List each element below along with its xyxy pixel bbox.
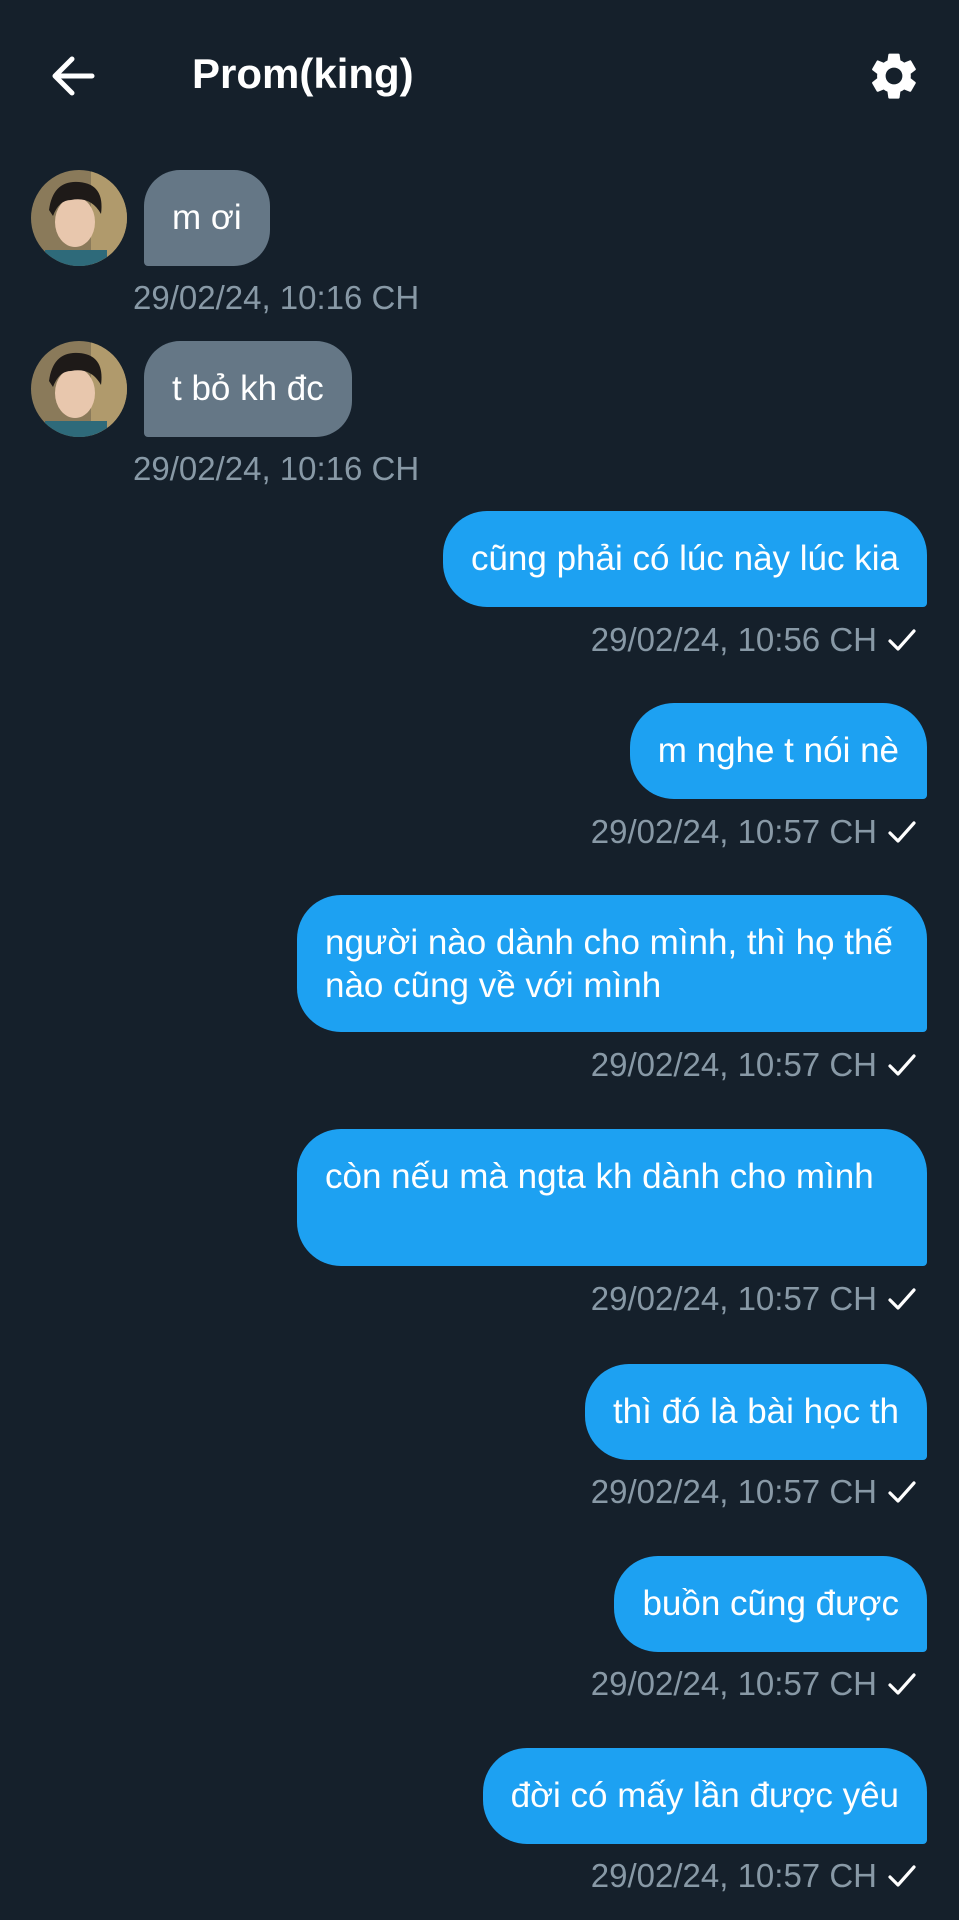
message-timestamp: 29/02/24, 10:16 CH [133, 450, 420, 487]
message-bubble-incoming[interactable]: m ơi [144, 170, 270, 266]
check-icon [888, 1865, 916, 1887]
check-icon [888, 1673, 916, 1695]
message-timestamp: 29/02/24, 10:56 CH [590, 621, 877, 658]
back-button[interactable] [44, 46, 104, 106]
message-bubble-outgoing[interactable]: m nghe t nói nè [629, 703, 927, 799]
arrow-left-icon [52, 56, 95, 96]
message-timestamp: 29/02/24, 10:57 CH [590, 1046, 877, 1083]
check-icon [888, 1481, 916, 1503]
message-bubble-outgoing[interactable]: thì đó là bài học th [584, 1364, 927, 1460]
check-icon [888, 821, 916, 843]
message-timestamp: 29/02/24, 10:57 CH [590, 813, 877, 850]
check-icon [888, 629, 916, 651]
settings-button[interactable] [866, 48, 922, 104]
avatar-photo [31, 341, 127, 437]
message-timestamp: 29/02/24, 10:57 CH [590, 1473, 877, 1510]
check-icon [888, 1054, 916, 1076]
message-bubble-outgoing[interactable]: đời có mấy lần được yêu [482, 1748, 927, 1844]
message-bubble-incoming[interactable]: t bỏ kh đc [144, 341, 352, 437]
message-bubble-outgoing[interactable]: người nào dành cho mình, thì họ thế nào … [297, 895, 927, 1032]
avatar-photo [31, 170, 127, 266]
avatar[interactable] [31, 341, 127, 437]
message-timestamp: 29/02/24, 10:16 CH [133, 279, 420, 316]
message-bubble-outgoing[interactable]: cũng phải có lúc này lúc kia [442, 511, 927, 607]
gear-icon [872, 53, 916, 99]
message-bubble-outgoing[interactable]: còn nếu mà ngta kh dành cho mình [297, 1129, 927, 1266]
check-icon [888, 1288, 916, 1310]
message-timestamp: 29/02/24, 10:57 CH [590, 1280, 877, 1317]
message-bubble-outgoing[interactable]: buồn cũng được [614, 1556, 927, 1652]
avatar[interactable] [31, 170, 127, 266]
conversation-title: Prom(king) [192, 50, 414, 97]
message-timestamp: 29/02/24, 10:57 CH [590, 1665, 877, 1702]
message-timestamp: 29/02/24, 10:57 CH [590, 1857, 877, 1894]
chat-header: Prom(king) [0, 0, 959, 150]
